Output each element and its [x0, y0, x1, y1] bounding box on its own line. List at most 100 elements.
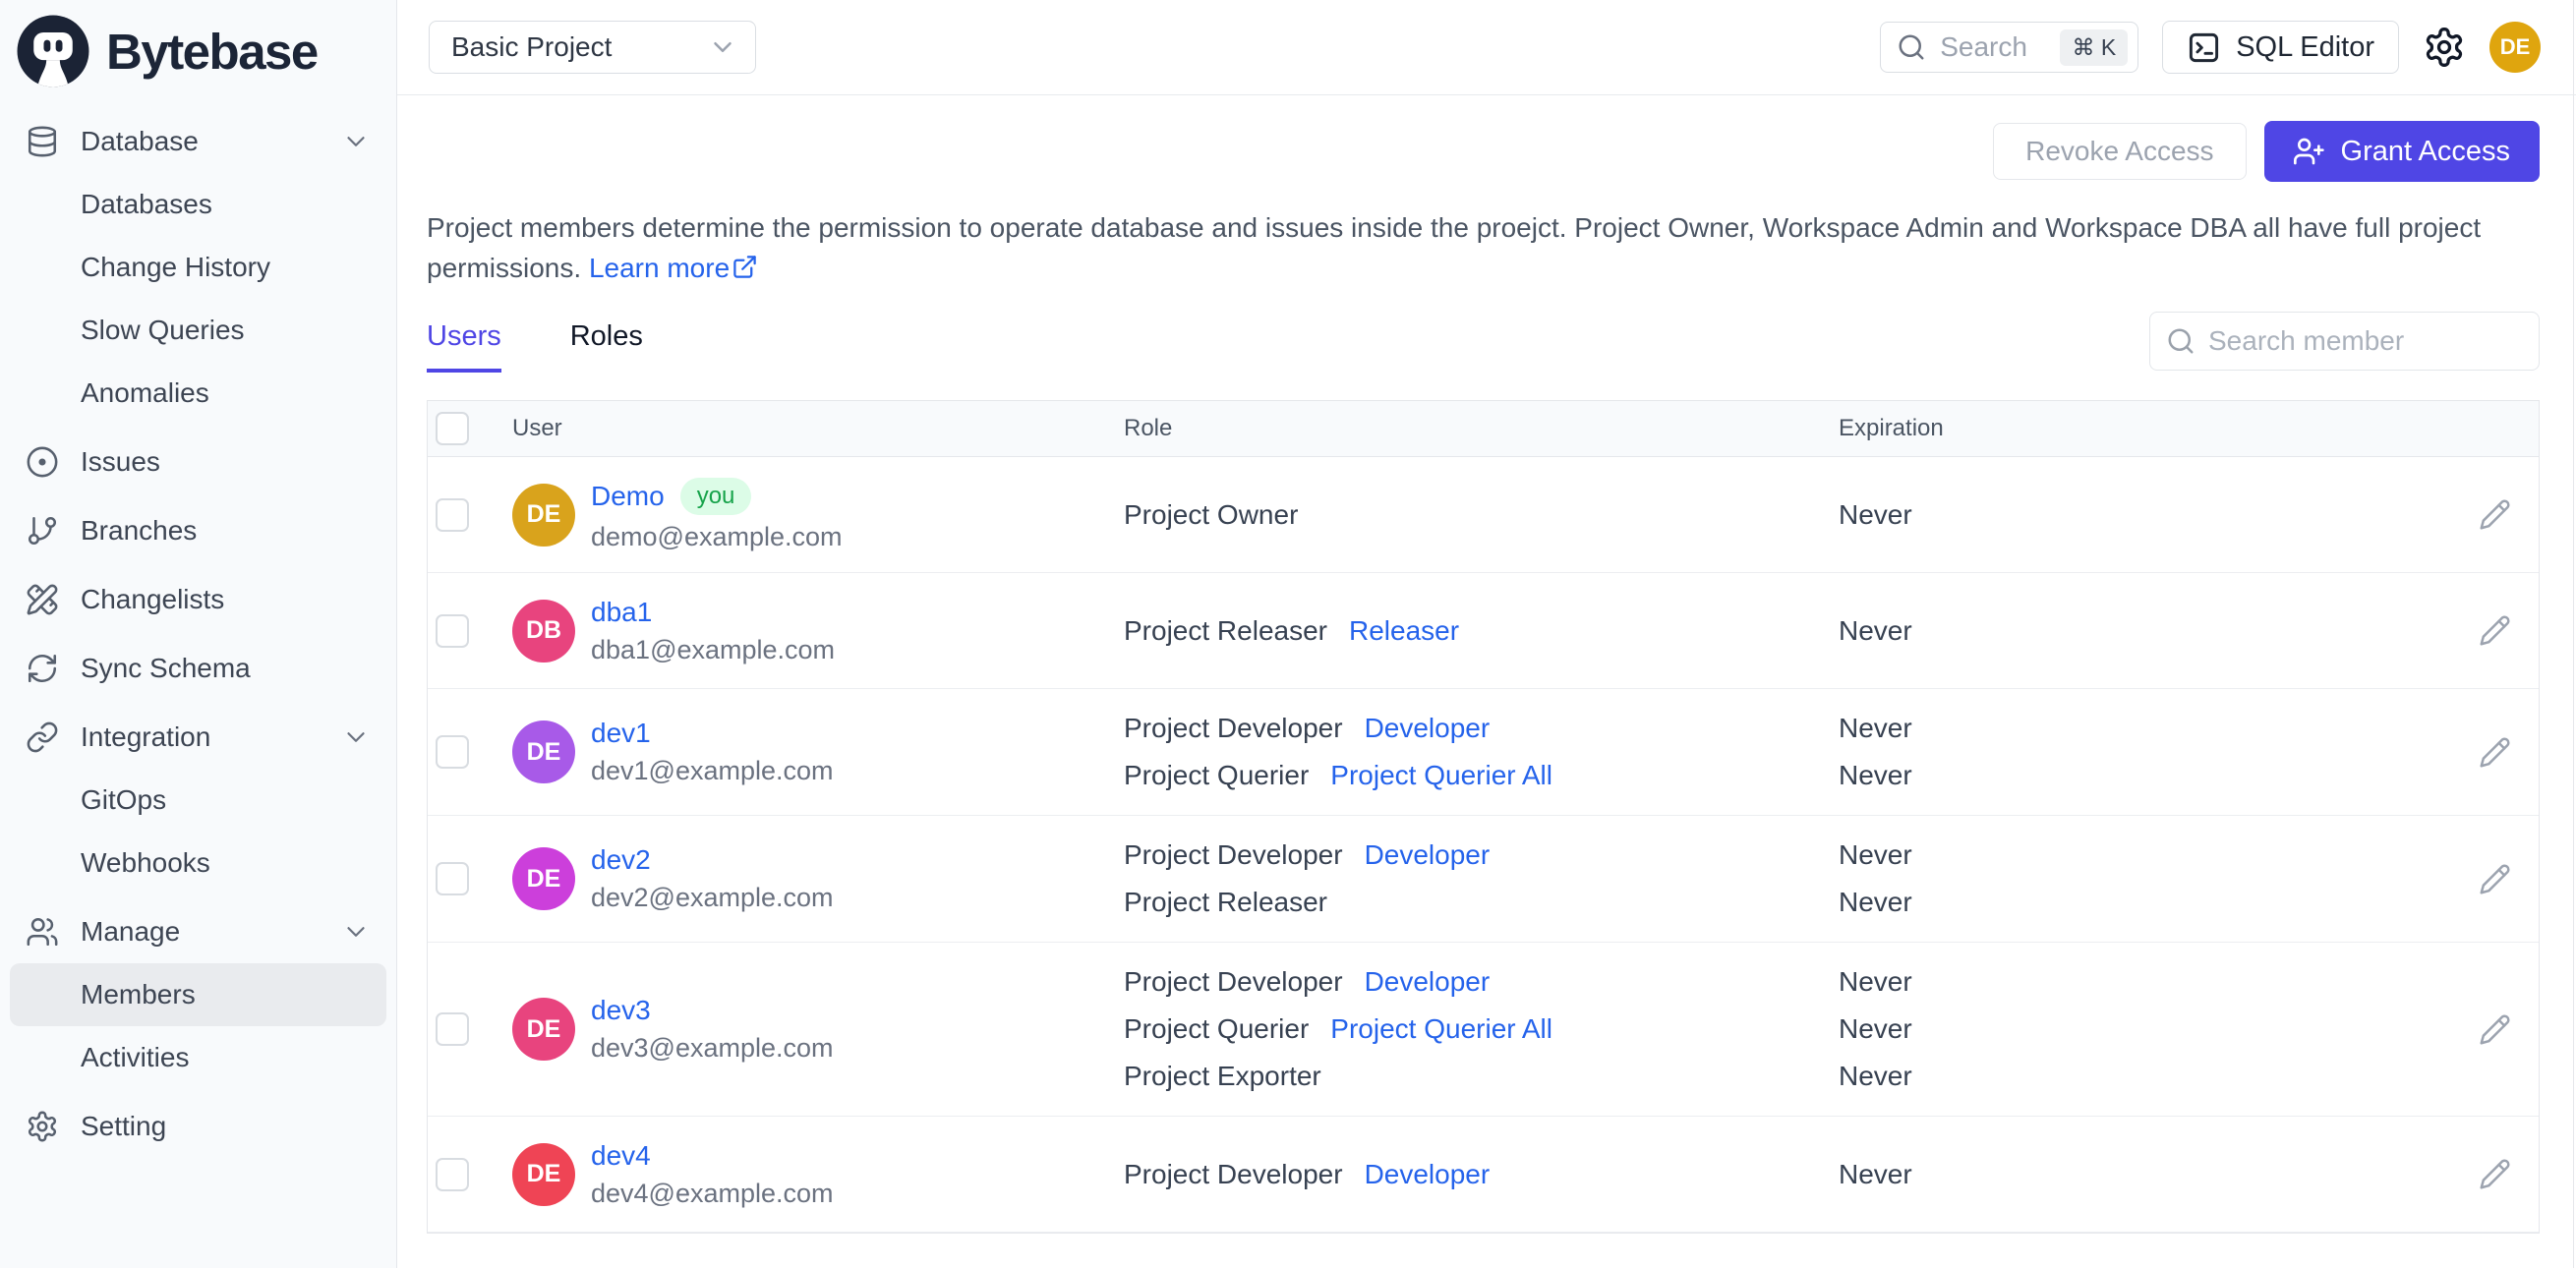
sidebar-item-change-history[interactable]: Change History: [10, 236, 386, 299]
sidebar-item-integration[interactable]: Integration: [10, 706, 386, 769]
table-header: User Role Expiration: [428, 401, 2539, 457]
chevron-down-icon: [341, 917, 371, 947]
sql-editor-button[interactable]: SQL Editor: [2162, 21, 2399, 74]
member-name-link[interactable]: dev4: [591, 1140, 651, 1172]
role-link[interactable]: Developer: [1365, 966, 1491, 998]
role-line: Project Developer Developer: [1124, 1151, 1839, 1198]
brand-logo[interactable]: Bytebase: [0, 0, 396, 96]
avatar: DE: [512, 1142, 575, 1206]
row-checkbox[interactable]: [436, 1012, 469, 1046]
role-link[interactable]: Developer: [1365, 713, 1491, 744]
role-link[interactable]: Developer: [1365, 1159, 1491, 1190]
grant-access-button[interactable]: Grant Access: [2263, 121, 2540, 182]
sidebar-item-database[interactable]: Database: [10, 110, 386, 173]
member-name-link[interactable]: Demo: [591, 481, 665, 512]
project-select[interactable]: Basic Project: [429, 21, 756, 74]
link-icon: [26, 720, 59, 754]
edit-member-button[interactable]: [2479, 736, 2511, 769]
sidebar-item-slow-queries[interactable]: Slow Queries: [10, 299, 386, 362]
edit-member-button[interactable]: [2479, 863, 2511, 895]
edit-member-button[interactable]: [2479, 1158, 2511, 1190]
global-search-input[interactable]: Search ⌘ K: [1880, 22, 2139, 73]
pencil-icon: [2479, 498, 2511, 531]
avatar: DE: [512, 483, 575, 547]
window-right-border: [2573, 0, 2574, 1268]
sidebar-item-gitops[interactable]: GitOps: [10, 769, 386, 832]
member-name-link[interactable]: dev1: [591, 718, 651, 749]
role-cell: Project Owner: [1124, 491, 1839, 539]
revoke-access-button[interactable]: Revoke Access: [1993, 123, 2247, 180]
row-checkbox[interactable]: [436, 862, 469, 895]
sidebar-item-anomalies[interactable]: Anomalies: [10, 362, 386, 425]
page-content: Revoke Access Grant Access Project membe…: [397, 121, 2576, 1234]
row-checkbox[interactable]: [436, 735, 469, 769]
edit-cell: [2450, 863, 2539, 895]
edit-cell: [2450, 736, 2539, 769]
role-line: Project Releaser: [1124, 879, 1839, 926]
tab-roles[interactable]: Roles: [570, 320, 643, 373]
row-checkbox[interactable]: [436, 497, 469, 532]
sidebar-item-label: Databases: [81, 189, 212, 219]
role-name: Project Developer: [1124, 966, 1343, 997]
sidebar-item-sync-schema[interactable]: Sync Schema: [10, 637, 386, 700]
header-checkbox-cell: [428, 412, 491, 445]
role-link[interactable]: Developer: [1365, 839, 1491, 871]
avatar: DB: [512, 599, 575, 663]
sidebar-item-setting[interactable]: Setting: [10, 1095, 386, 1158]
edit-cell: [2450, 498, 2539, 531]
role-line: Project Developer Developer: [1124, 705, 1839, 752]
role-link[interactable]: Project Querier All: [1330, 1013, 1552, 1045]
sidebar-item-databases[interactable]: Databases: [10, 173, 386, 236]
edit-member-button[interactable]: [2479, 1013, 2511, 1046]
sidebar-item-label: Anomalies: [81, 377, 209, 408]
role-name: Project Developer: [1124, 713, 1343, 743]
user-text: dev3 dev3@example.com: [591, 995, 834, 1064]
role-name: Project Exporter: [1124, 1061, 1321, 1091]
tab-users[interactable]: Users: [427, 320, 501, 373]
sidebar-item-webhooks[interactable]: Webhooks: [10, 832, 386, 894]
search-shortcut-badge: ⌘ K: [2060, 29, 2129, 66]
grant-access-label: Grant Access: [2340, 135, 2510, 167]
user-cell: DE dev4 dev4@example.com: [491, 1140, 1124, 1209]
user-avatar[interactable]: DE: [2489, 22, 2541, 73]
sidebar-item-activities[interactable]: Activities: [10, 1026, 386, 1089]
sidebar-item-issues[interactable]: Issues: [10, 431, 386, 493]
sidebar-item-members[interactable]: Members: [10, 963, 386, 1026]
member-name-link[interactable]: dba1: [591, 597, 652, 628]
row-checkbox[interactable]: [436, 613, 469, 648]
row-checkbox[interactable]: [436, 1157, 469, 1191]
sidebar-item-label: Change History: [81, 252, 270, 282]
member-email: dev2@example.com: [591, 883, 834, 912]
member-search-input[interactable]: Search member: [2149, 312, 2540, 371]
sidebar-item-label: Webhooks: [81, 847, 210, 878]
role-link[interactable]: Releaser: [1349, 615, 1459, 647]
member-name-link[interactable]: dev3: [591, 995, 651, 1026]
external-link-icon: [732, 254, 758, 280]
edit-member-button[interactable]: [2479, 498, 2511, 531]
you-badge: you: [679, 477, 752, 515]
role-cell: Project Developer Developer Project Querie…: [1124, 958, 1839, 1100]
learn-more-link[interactable]: Learn more: [589, 253, 758, 283]
member-email: dev1@example.com: [591, 756, 834, 785]
sidebar-item-label: Issues: [81, 446, 160, 477]
sidebar-item-manage[interactable]: Manage: [10, 900, 386, 963]
topbar: Basic Project Search ⌘ K SQL Editor DE: [397, 0, 2576, 95]
sidebar-item-branches[interactable]: Branches: [10, 499, 386, 562]
role-link[interactable]: Project Querier All: [1330, 760, 1552, 791]
member-row-dev3: DE dev3 dev3@example.com Project Developer D…: [428, 943, 2539, 1117]
member-name-link[interactable]: dev2: [591, 844, 651, 876]
sidebar-item-changelists[interactable]: Changelists: [10, 568, 386, 631]
user-cell: DE Demo you demo@example.com: [491, 477, 1124, 552]
sidebar-item-label: Changelists: [81, 584, 225, 614]
select-all-checkbox[interactable]: [436, 412, 469, 445]
name-line: dba1: [591, 597, 835, 628]
expiration-cell: Never: [1839, 607, 2450, 655]
role-line: Project Releaser Releaser: [1124, 607, 1839, 655]
column-header-role: Role: [1124, 415, 1173, 441]
topbar-right: Search ⌘ K SQL Editor DE: [1880, 21, 2541, 74]
row-checkbox-cell: [428, 497, 491, 532]
edit-member-button[interactable]: [2479, 614, 2511, 647]
role-line: Project Querier Project Querier All: [1124, 752, 1839, 799]
terminal-icon: [2187, 30, 2221, 65]
settings-gear-button[interactable]: [2423, 26, 2466, 69]
